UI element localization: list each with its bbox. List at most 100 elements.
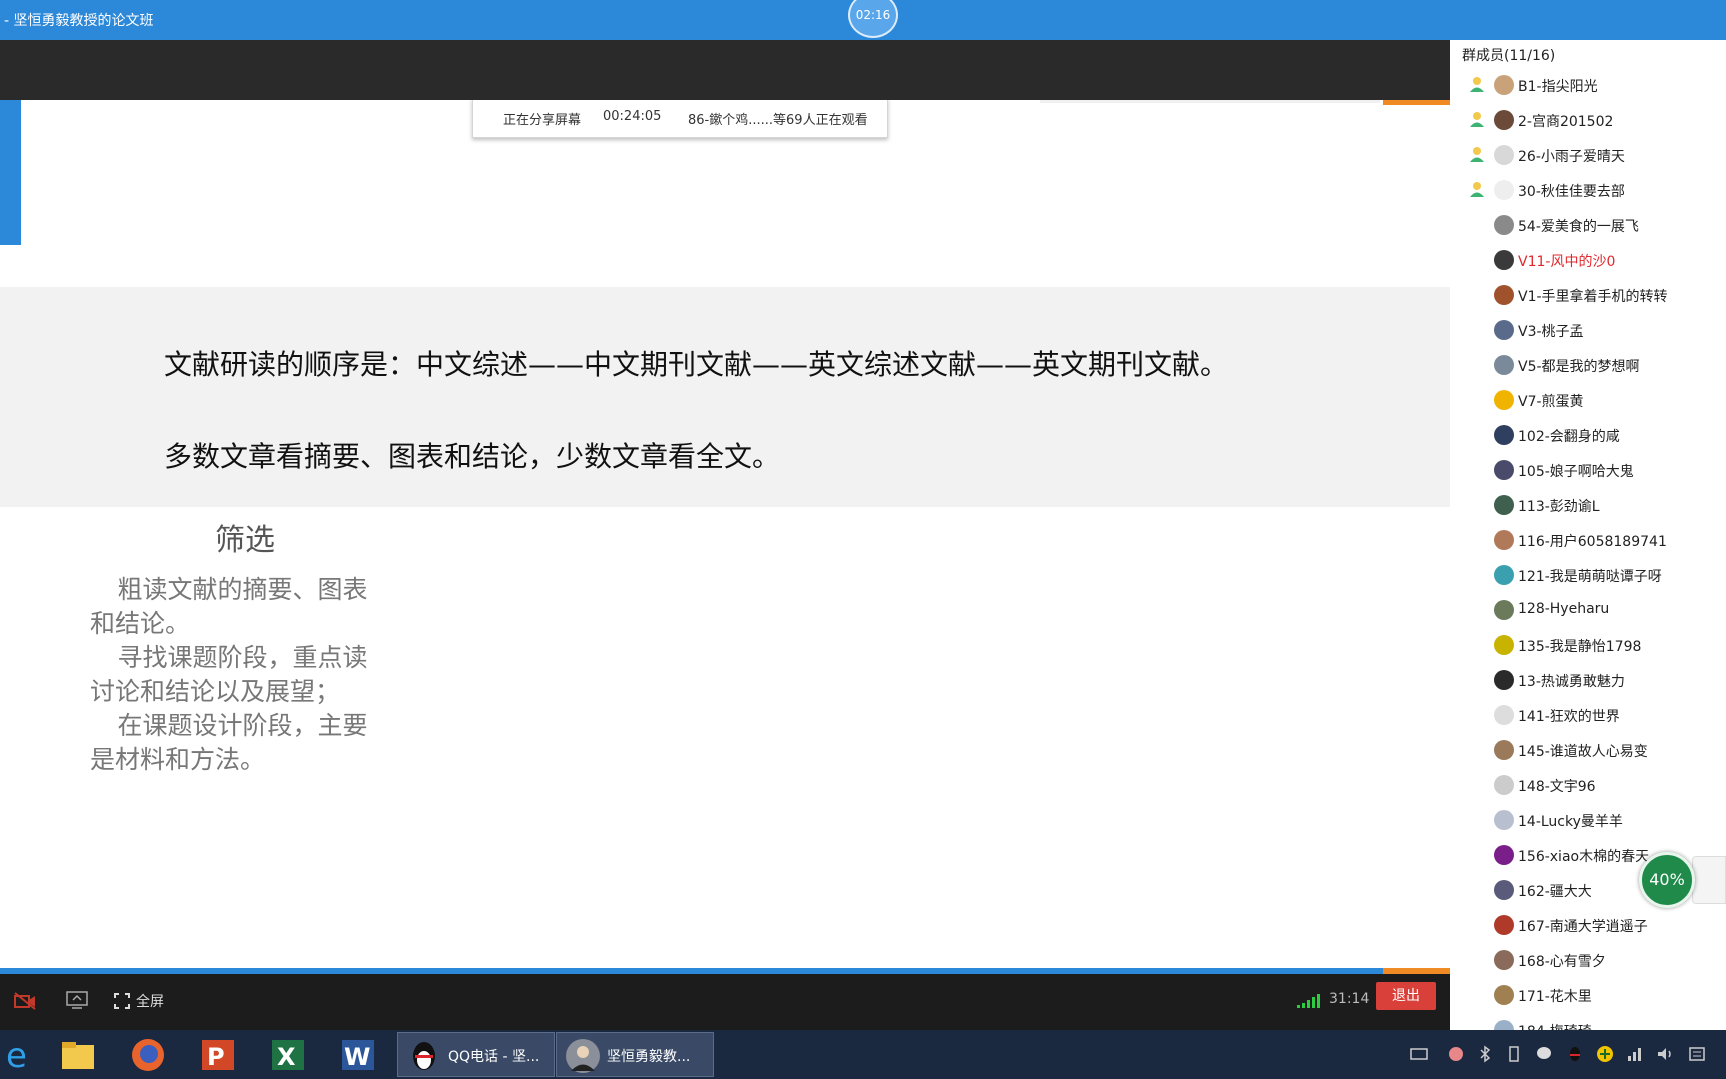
firefox-icon[interactable]	[129, 1036, 167, 1074]
wechat-icon[interactable]	[1536, 1045, 1554, 1063]
slide-accent-bar	[0, 100, 21, 245]
member-name: 184-梅琦琦	[1518, 1021, 1592, 1030]
taskbar-qq-call[interactable]: QQ电话 - 坚...	[397, 1032, 555, 1077]
flower-icon[interactable]	[1447, 1045, 1465, 1063]
member-name: V5-都是我的梦想啊	[1518, 359, 1640, 375]
member-avatar	[1494, 845, 1514, 865]
member-item[interactable]: 184-梅琦琦	[1450, 1012, 1726, 1030]
member-name: 141-狂欢的世界	[1518, 709, 1620, 725]
member-name: 14-Lucky曼羊羊	[1518, 814, 1623, 830]
member-name: 26-小雨子爱晴天	[1518, 149, 1625, 165]
member-avatar	[1494, 110, 1514, 130]
member-name: 105-娘子啊哈大鬼	[1518, 464, 1634, 480]
member-avatar	[1494, 600, 1514, 620]
member-item[interactable]: 2-宫商201502	[1450, 102, 1726, 137]
qq-tray-icon[interactable]	[1566, 1045, 1584, 1063]
screen-share-icon[interactable]	[66, 990, 88, 1010]
member-item[interactable]: 171-花木里	[1450, 977, 1726, 1012]
svg-text:W: W	[344, 1043, 370, 1071]
member-item[interactable]: V5-都是我的梦想啊	[1450, 347, 1726, 382]
member-item[interactable]: 145-谁道故人心易变	[1450, 732, 1726, 767]
usb-device-icon[interactable]	[1505, 1045, 1523, 1063]
file-explorer-icon[interactable]	[59, 1036, 97, 1074]
member-name: V3-桃子孟	[1518, 324, 1584, 340]
volume-icon[interactable]	[1656, 1045, 1674, 1063]
member-avatar	[1494, 180, 1514, 200]
member-item[interactable]: 105-娘子啊哈大鬼	[1450, 452, 1726, 487]
member-item[interactable]: 167-南通大学逍遥子	[1450, 907, 1726, 942]
member-avatar	[1494, 810, 1514, 830]
member-name: 2-宫商201502	[1518, 114, 1614, 130]
title-bar: - 坚恒勇毅教授的论文班 02:16	[0, 0, 1726, 40]
network-speed-tab[interactable]	[1692, 856, 1726, 904]
bluetooth-icon[interactable]	[1476, 1045, 1494, 1063]
word-icon[interactable]: W	[339, 1036, 377, 1074]
admin-user-icon	[1470, 147, 1484, 162]
fullscreen-button[interactable]: 全屏	[114, 991, 164, 1011]
member-item[interactable]: 30-秋佳佳要去部	[1450, 172, 1726, 207]
member-item[interactable]: V11-风中的沙0	[1450, 242, 1726, 277]
member-avatar	[1494, 950, 1514, 970]
keyboard-icon[interactable]	[1410, 1045, 1428, 1063]
network-icon[interactable]	[1626, 1045, 1644, 1063]
member-item[interactable]: 135-我是静怡1798	[1450, 627, 1726, 662]
member-avatar	[1494, 145, 1514, 165]
member-avatar	[1494, 75, 1514, 95]
member-name: V1-手里拿着手机的转转	[1518, 289, 1668, 305]
member-name: 128-Hyeharu	[1518, 601, 1610, 617]
member-item[interactable]: 121-我是萌萌哒谭子呀	[1450, 557, 1726, 592]
member-avatar	[1494, 390, 1514, 410]
timer-bubble[interactable]: 02:16	[848, 0, 898, 38]
member-name: 116-用户6058189741	[1518, 534, 1667, 550]
member-avatar	[1494, 915, 1514, 935]
member-avatar	[1494, 355, 1514, 375]
member-item[interactable]: V1-手里拿着手机的转转	[1450, 277, 1726, 312]
member-item[interactable]: 14-Lucky曼羊羊	[1450, 802, 1726, 837]
fullscreen-label: 全屏	[136, 994, 164, 1010]
member-avatar	[1494, 250, 1514, 270]
member-avatar	[1494, 565, 1514, 585]
add-icon[interactable]	[1596, 1045, 1614, 1063]
slide-paragraph: 寻找课题阶段，重点读讨论和结论以及展望；	[90, 643, 368, 706]
viewer-count: 86-鏉个鸡......等69人正在观看	[688, 113, 868, 128]
member-name: B1-指尖阳光	[1518, 79, 1598, 95]
notifications-icon[interactable]	[1688, 1045, 1706, 1063]
exit-button[interactable]: 退出	[1376, 982, 1436, 1010]
ie-icon[interactable]: e	[0, 1036, 30, 1074]
app-window: - 坚恒勇毅教授的论文班 02:16 正在分享屏幕 00:24:05 86-鏉个…	[0, 0, 1726, 1079]
member-avatar	[1494, 1020, 1514, 1030]
taskbar-group-window[interactable]: 坚恒勇毅教...	[556, 1032, 714, 1077]
member-item[interactable]: 54-爱美食的一展飞	[1450, 207, 1726, 242]
share-duration: 00:24:05	[603, 109, 662, 124]
member-avatar	[1494, 670, 1514, 690]
share-status-banner: 正在分享屏幕 00:24:05 86-鏉个鸡......等69人正在观看	[472, 100, 888, 138]
member-item[interactable]: B1-指尖阳光	[1450, 67, 1726, 102]
member-item[interactable]: 148-文宇96	[1450, 767, 1726, 802]
member-item[interactable]: 128-Hyeharu	[1450, 592, 1726, 627]
member-item[interactable]: 113-彭劲谕L	[1450, 487, 1726, 522]
member-list-title: 群成员(11/16)	[1462, 48, 1556, 64]
control-bar: 全屏 31:14 退出	[0, 974, 1450, 1030]
share-status: 正在分享屏幕	[503, 113, 582, 128]
member-item[interactable]: 168-心有雪夕	[1450, 942, 1726, 977]
member-item[interactable]: V3-桃子孟	[1450, 312, 1726, 347]
excel-icon[interactable]: X	[269, 1036, 307, 1074]
member-item[interactable]: V7-煎蛋黄	[1450, 382, 1726, 417]
member-item[interactable]: 102-会翻身的咸	[1450, 417, 1726, 452]
taskbar-qq-call-label: QQ电话 - 坚...	[448, 1049, 540, 1065]
powerpoint-icon[interactable]: P	[199, 1036, 237, 1074]
member-item[interactable]: 26-小雨子爱晴天	[1450, 137, 1726, 172]
member-avatar	[1494, 320, 1514, 340]
member-item[interactable]: 116-用户6058189741	[1450, 522, 1726, 557]
member-avatar	[1494, 530, 1514, 550]
network-speed-badge[interactable]: 40%	[1639, 852, 1695, 908]
qq-penguin-icon	[413, 1042, 435, 1070]
slide-paragraph: 在课题设计阶段，主要是材料和方法。	[90, 711, 368, 774]
member-avatar	[1494, 425, 1514, 445]
member-item[interactable]: 13-热诚勇敢魅力	[1450, 662, 1726, 697]
member-avatar	[1494, 495, 1514, 515]
slide-section-title: 筛选	[215, 523, 275, 558]
camera-off-icon[interactable]	[14, 992, 36, 1010]
member-item[interactable]: 141-狂欢的世界	[1450, 697, 1726, 732]
top-strip	[0, 40, 1450, 100]
